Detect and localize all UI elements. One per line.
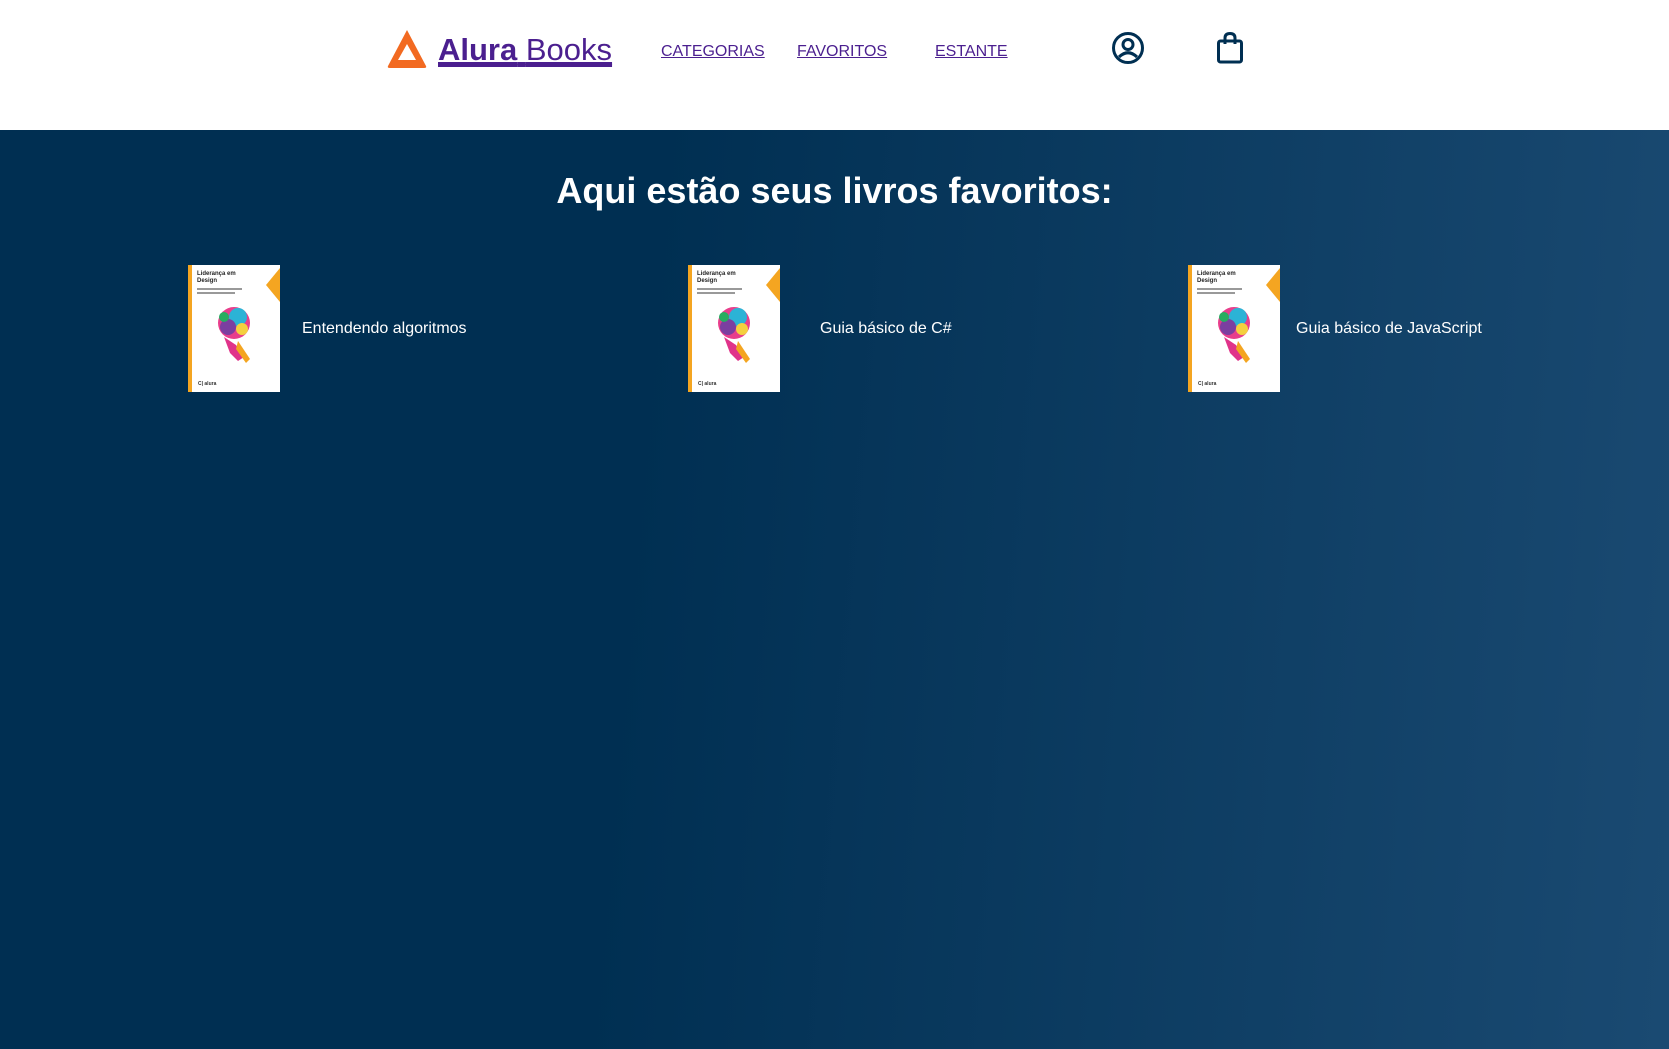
- logo-text-bold: Alura: [438, 31, 518, 67]
- page-title: Aqui estão seus livros favoritos:: [556, 170, 1113, 211]
- nav-categorias[interactable]: CATEGORIAS: [661, 43, 765, 61]
- book-title: Guia básico de JavaScript: [1296, 319, 1482, 337]
- cover-art-head: [718, 307, 750, 363]
- favorite-book-item[interactable]: Liderança em Design C| alura Guia básico…: [1188, 265, 1482, 392]
- book-title: Entendendo algoritmos: [302, 319, 467, 337]
- book-cover: Liderança em Design C| alura: [688, 265, 780, 392]
- cover-footer: C| alura: [1198, 381, 1217, 387]
- cover-footer: C| alura: [198, 381, 217, 387]
- logo-text-light: Books: [525, 31, 613, 67]
- user-circle-icon: [1112, 32, 1144, 64]
- book-title: Guia básico de C#: [820, 319, 952, 337]
- alura-books-logo[interactable]: Alura Books: [386, 28, 612, 70]
- cover-footer: C| alura: [698, 381, 717, 387]
- cover-art-head: [1218, 307, 1250, 363]
- favorites-section: Aqui estão seus livros favoritos: Lidera…: [0, 130, 1669, 1049]
- shopping-bag-icon: [1217, 31, 1243, 64]
- cover-title: Liderança em Design: [697, 271, 736, 284]
- nav-estante[interactable]: ESTANTE: [935, 43, 1008, 61]
- favorite-book-item[interactable]: Liderança em Design C| alura Entendendo …: [188, 265, 467, 392]
- nav-favoritos[interactable]: FAVORITOS: [797, 43, 887, 61]
- logo-text: Alura Books: [438, 34, 612, 65]
- cover-art-head: [218, 307, 250, 363]
- cover-title: Liderança em Design: [197, 271, 236, 284]
- book-cover: Liderança em Design C| alura: [188, 265, 280, 392]
- favorite-book-item[interactable]: Liderança em Design C| alura Guia básico…: [688, 265, 952, 392]
- cart-button[interactable]: [1215, 31, 1245, 70]
- cover-title: Liderança em Design: [1197, 271, 1236, 284]
- book-cover: Liderança em Design C| alura: [1188, 265, 1280, 392]
- profile-button[interactable]: [1111, 31, 1145, 70]
- alura-triangle-icon: [387, 30, 427, 68]
- top-header: Alura Books CATEGORIAS FAVORITOS ESTANTE: [0, 0, 1669, 130]
